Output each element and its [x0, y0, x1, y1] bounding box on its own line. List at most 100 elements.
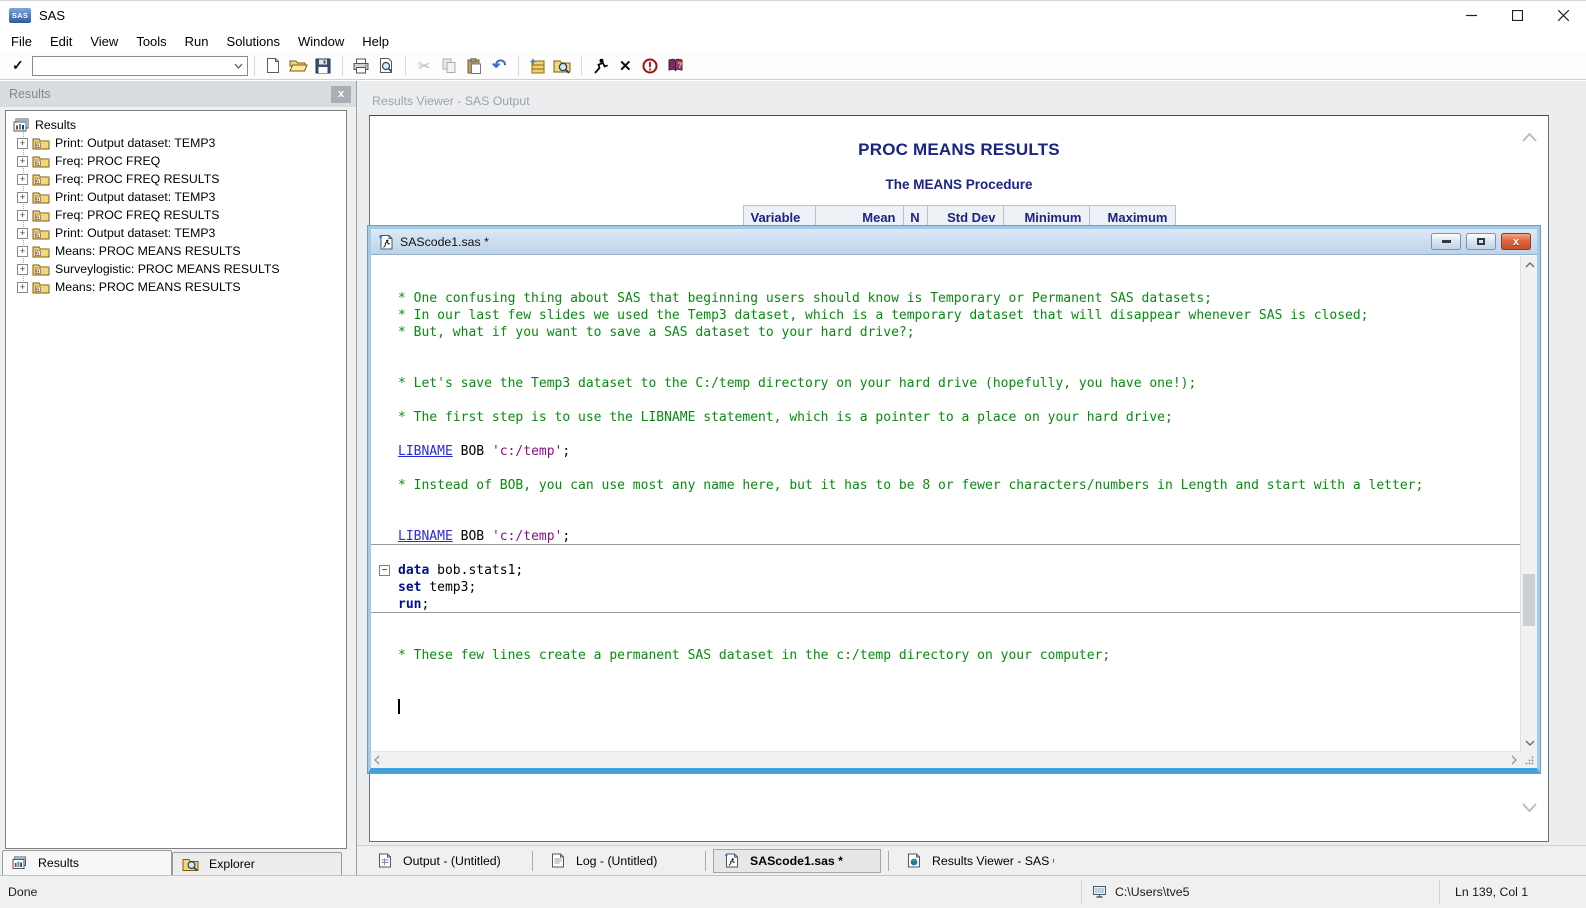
menu-window[interactable]: Window [289, 32, 353, 51]
code-line[interactable]: * The first step is to use the LIBNAME s… [371, 409, 1520, 426]
expand-plus-icon[interactable]: + [17, 210, 28, 221]
panel-close-icon[interactable]: x [331, 86, 351, 103]
expand-plus-icon[interactable]: + [17, 174, 28, 185]
code-line[interactable]: set temp3; [371, 579, 1520, 596]
maximize-button[interactable] [1494, 1, 1540, 30]
code-line[interactable] [371, 494, 1520, 511]
expand-plus-icon[interactable]: + [17, 138, 28, 149]
window-tab-log-untitled[interactable]: Log - (Untitled) [540, 849, 698, 873]
window-tab-results-viewer-sas-ou[interactable]: Results Viewer - SAS Ou... [896, 849, 1054, 873]
menu-solutions[interactable]: Solutions [218, 32, 289, 51]
panel-tab-results[interactable]: Results [2, 850, 172, 875]
code-line[interactable]: * In our last few slides we used the Tem… [371, 307, 1520, 324]
code-line[interactable] [371, 545, 1520, 562]
results-tree-item[interactable]: +Means: PROC MEANS RESULTS [10, 278, 344, 296]
scroll-arrow-down-icon[interactable] [1521, 734, 1538, 751]
window-tab-output-untitled[interactable]: Output - (Untitled) [367, 849, 525, 873]
code-line[interactable]: * But, what if you want to save a SAS da… [371, 324, 1520, 341]
scroll-up-icon[interactable] [1522, 130, 1537, 145]
expand-plus-icon[interactable]: + [17, 264, 28, 275]
code-editor[interactable]: * One confusing thing about SAS that beg… [371, 256, 1520, 751]
help-book-icon[interactable]: ? [663, 54, 688, 78]
results-viewer-title[interactable]: Results Viewer - SAS Output [360, 89, 1558, 113]
menu-help[interactable]: Help [353, 32, 398, 51]
expand-plus-icon[interactable]: + [17, 192, 28, 203]
results-root-item[interactable]: Results [10, 116, 344, 134]
code-line[interactable] [371, 426, 1520, 443]
editor-restore-button[interactable] [1466, 233, 1496, 250]
save-icon[interactable] [311, 54, 336, 78]
code-line[interactable] [371, 392, 1520, 409]
print-preview-icon[interactable] [374, 54, 399, 78]
working-directory[interactable]: C:\Users\tve5 [1082, 885, 1439, 899]
minimize-button[interactable] [1448, 1, 1494, 30]
fold-collapse-icon[interactable]: − [379, 565, 390, 576]
editor-minimize-button[interactable] [1431, 233, 1461, 250]
submit-icon[interactable] [588, 54, 613, 78]
code-line[interactable] [371, 613, 1520, 630]
open-icon[interactable] [286, 54, 311, 78]
code-line[interactable]: * Instead of BOB, you can use most any n… [371, 477, 1520, 494]
code-line[interactable] [371, 698, 1520, 715]
scroll-arrow-left-icon[interactable] [374, 755, 380, 765]
scroll-down-icon[interactable] [1522, 800, 1537, 815]
panel-tab-explorer[interactable]: Explorer [172, 852, 342, 875]
expand-plus-icon[interactable]: + [17, 282, 28, 293]
results-tree-item[interactable]: +Freq: PROC FREQ [10, 152, 344, 170]
results-tree-item[interactable]: +Print: Output dataset: TEMP3 [10, 188, 344, 206]
chevron-down-icon[interactable] [231, 57, 247, 75]
interrupt-icon[interactable] [638, 54, 663, 78]
close-button[interactable] [1540, 1, 1586, 30]
expand-plus-icon[interactable]: + [17, 228, 28, 239]
new-document-icon[interactable] [261, 54, 286, 78]
editor-vertical-scrollbar[interactable] [1520, 256, 1537, 751]
menu-edit[interactable]: Edit [41, 32, 81, 51]
expand-plus-icon[interactable]: + [17, 156, 28, 167]
code-line[interactable] [371, 664, 1520, 681]
results-tree-item[interactable]: +Print: Output dataset: TEMP3 [10, 224, 344, 242]
results-tree-item[interactable]: +Freq: PROC FREQ RESULTS [10, 170, 344, 188]
menu-tools[interactable]: Tools [127, 32, 175, 51]
menu-view[interactable]: View [81, 32, 127, 51]
command-field[interactable] [33, 58, 231, 74]
code-line[interactable] [371, 681, 1520, 698]
editor-title-bar[interactable]: SAScode1.sas * x [371, 229, 1537, 255]
explorer-icon[interactable] [550, 54, 575, 78]
menu-file[interactable]: File [2, 32, 41, 51]
results-tree-item[interactable]: +Freq: PROC FREQ RESULTS [10, 206, 344, 224]
break-icon[interactable]: ✕ [613, 54, 638, 78]
copy-icon[interactable] [437, 54, 462, 78]
code-line[interactable]: * These few lines create a permanent SAS… [371, 647, 1520, 664]
code-line[interactable]: LIBNAME BOB 'c:/temp'; [371, 443, 1520, 460]
scroll-arrow-up-icon[interactable] [1521, 256, 1538, 273]
window-tab-sascode1-sas[interactable]: SAScode1.sas * [713, 849, 881, 873]
paste-icon[interactable] [462, 54, 487, 78]
scroll-arrow-right-icon[interactable] [1511, 755, 1517, 765]
code-line[interactable] [371, 256, 1520, 273]
code-line[interactable] [371, 358, 1520, 375]
expand-plus-icon[interactable]: + [17, 246, 28, 257]
code-line[interactable]: * One confusing thing about SAS that beg… [371, 290, 1520, 307]
results-tree-item[interactable]: +Print: Output dataset: TEMP3 [10, 134, 344, 152]
code-line[interactable]: * Let's save the Temp3 dataset to the C:… [371, 375, 1520, 392]
code-line[interactable] [371, 630, 1520, 647]
editor-horizontal-scrollbar[interactable] [371, 751, 1520, 768]
code-line[interactable]: −data bob.stats1; [371, 562, 1520, 579]
code-line[interactable] [371, 715, 1520, 732]
code-line[interactable] [371, 511, 1520, 528]
code-line[interactable] [371, 273, 1520, 290]
scrollbar-thumb[interactable] [1523, 574, 1535, 626]
menu-run[interactable]: Run [176, 32, 218, 51]
resize-grip[interactable] [1520, 751, 1537, 768]
cut-icon[interactable]: ✂ [412, 54, 437, 78]
code-line[interactable]: run; [371, 596, 1520, 613]
new-library-icon[interactable] [525, 54, 550, 78]
command-input[interactable] [32, 56, 248, 76]
code-line[interactable] [371, 341, 1520, 358]
undo-icon[interactable]: ↶ [487, 54, 512, 78]
results-tree-item[interactable]: +Means: PROC MEANS RESULTS [10, 242, 344, 260]
code-line[interactable]: LIBNAME BOB 'c:/temp'; [371, 528, 1520, 545]
editor-close-button[interactable]: x [1501, 233, 1531, 250]
code-line[interactable] [371, 460, 1520, 477]
results-tree-item[interactable]: +Surveylogistic: PROC MEANS RESULTS [10, 260, 344, 278]
